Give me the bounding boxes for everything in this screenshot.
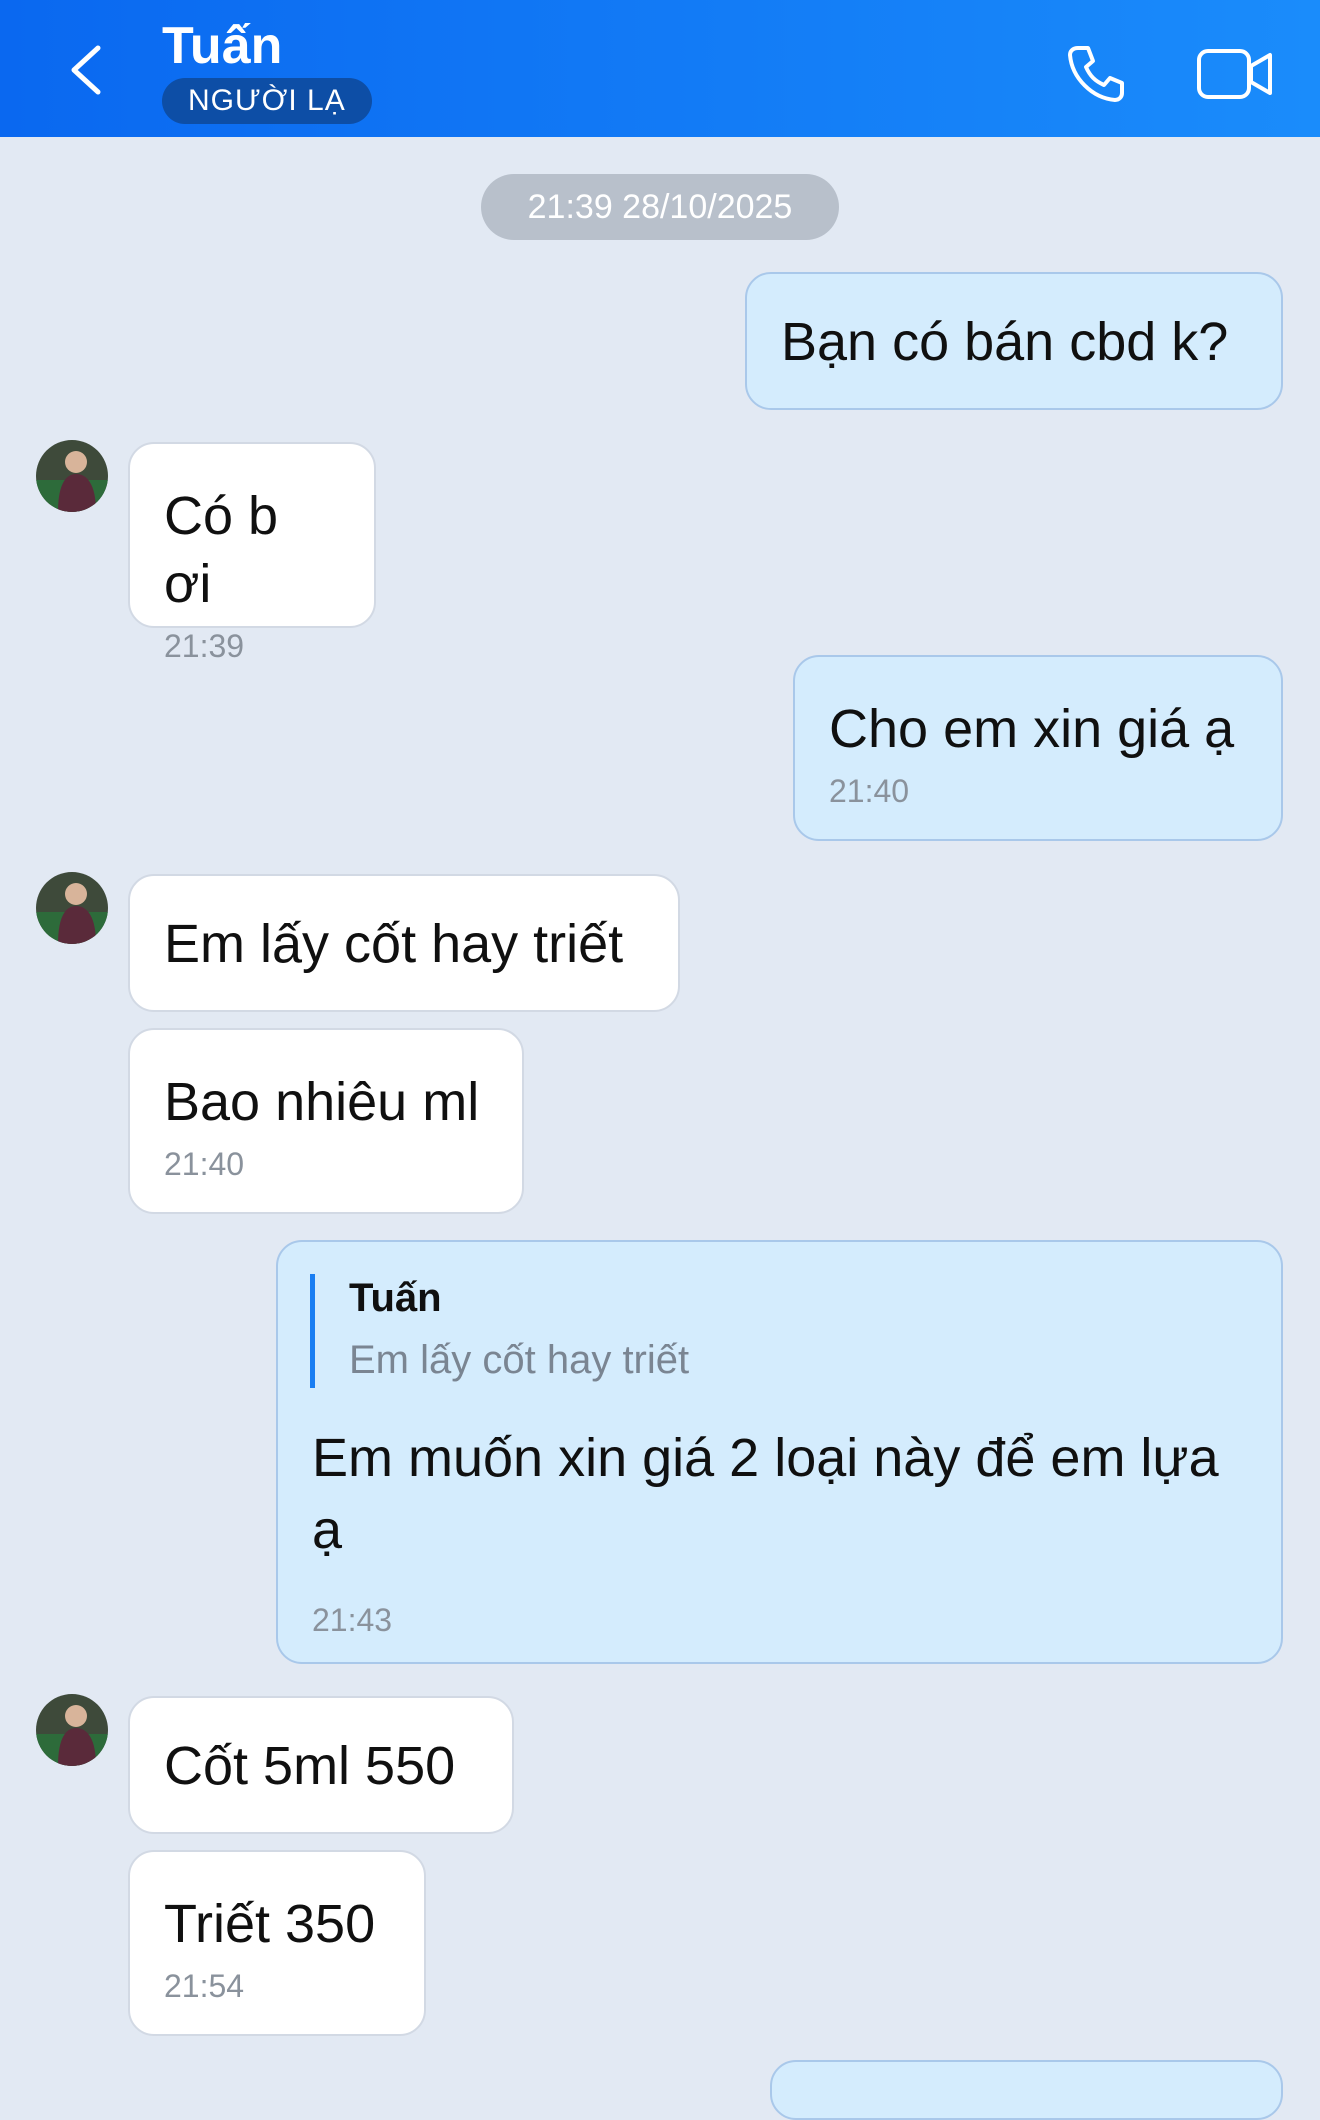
quoted-sender: Tuấn [349, 1276, 442, 1320]
message-time: 21:40 [829, 773, 910, 809]
back-icon[interactable] [62, 40, 112, 100]
outgoing-message-partial[interactable] [770, 2060, 1283, 2120]
message-time: 21:39 [164, 628, 245, 664]
video-call-icon[interactable] [1196, 46, 1274, 102]
incoming-message[interactable]: Em lấy cốt hay triết [128, 874, 680, 1012]
message-text: Bao nhiêu ml [164, 1072, 480, 1132]
incoming-message[interactable]: Cốt 5ml 550 [128, 1696, 514, 1834]
message-time: 21:40 [164, 1146, 245, 1182]
stranger-badge: NGƯỜI LẠ [162, 78, 372, 124]
message-time: 21:54 [164, 1968, 245, 2004]
chat-header: Tuấn NGƯỜI LẠ [0, 0, 1320, 137]
contact-avatar[interactable] [36, 872, 108, 944]
message-time: 21:43 [312, 1602, 393, 1638]
contact-avatar[interactable] [36, 440, 108, 512]
message-text-line: ạ [312, 1500, 343, 1560]
quoted-message[interactable]: Tuấn Em lấy cốt hay triết [310, 1274, 689, 1388]
contact-name[interactable]: Tuấn [162, 16, 282, 76]
contact-avatar[interactable] [36, 1694, 108, 1766]
incoming-message[interactable]: Có b ơi 21:39 [128, 442, 376, 664]
incoming-message[interactable]: Triết 350 21:54 [128, 1850, 426, 2036]
message-text: Triết 350 [164, 1894, 376, 1954]
message-text: Cho em xin giá ạ [829, 699, 1235, 759]
incoming-message[interactable]: Bao nhiêu ml 21:40 [128, 1028, 524, 1214]
message-text-line: Em muốn xin giá 2 loại này để em lựa [312, 1428, 1219, 1488]
message-text: Có b ơi [164, 486, 279, 614]
quoted-text: Em lấy cốt hay triết [349, 1338, 690, 1382]
message-text: Cốt 5ml 550 [164, 1736, 456, 1796]
outgoing-message[interactable]: Cho em xin giá ạ 21:40 [793, 655, 1283, 841]
date-separator: 21:39 28/10/2025 [481, 174, 839, 240]
message-text: Bạn có bán cbd k? [781, 312, 1229, 372]
message-text: Em lấy cốt hay triết [164, 914, 624, 974]
phone-icon[interactable] [1064, 42, 1128, 106]
outgoing-message[interactable]: Bạn có bán cbd k? [745, 272, 1283, 410]
